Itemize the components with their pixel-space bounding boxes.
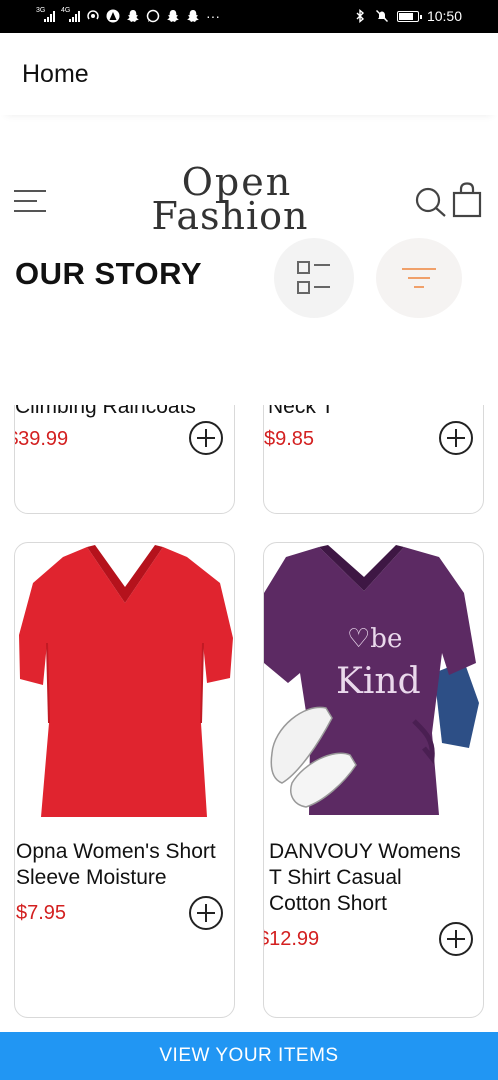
more-notifications-icon: ··· — [206, 8, 220, 24]
product-name: Neck T — [268, 405, 335, 418]
red-tshirt-image — [19, 545, 233, 817]
search-icon[interactable] — [414, 185, 448, 219]
network-type-label-2: 4G — [61, 7, 71, 14]
battery-icon — [396, 10, 422, 22]
hamburger-menu-icon[interactable] — [13, 188, 47, 214]
product-image — [15, 543, 234, 818]
logo-line-2: Fashion — [151, 194, 309, 238]
purple-tshirt-image: ♡be Kind — [264, 545, 479, 815]
shirt-print-line-1: ♡be — [347, 624, 402, 654]
snapchat-icon-2 — [166, 9, 180, 23]
status-right-icons: 10:50 — [353, 8, 462, 24]
product-card[interactable]: Climbing Raincoats $39.99 — [14, 405, 235, 514]
status-left-icons: 3G 4G ··· — [36, 7, 220, 24]
status-bar: 3G 4G ··· 10:50 — [0, 0, 498, 33]
product-price: $9.85 — [264, 428, 315, 450]
bluetooth-icon — [353, 9, 367, 23]
product-image: ♡be Kind — [264, 543, 483, 818]
signal-strength-icon: 3G — [36, 7, 55, 22]
list-view-toggle-button[interactable] — [274, 238, 354, 318]
open-fashion-logo: Open Fashion — [140, 163, 320, 245]
app-bar-title: Home — [22, 60, 89, 88]
product-name: DANVOUY Womens T Shirt Casual Cotton Sho… — [269, 840, 461, 915]
shopping-bag-icon[interactable] — [452, 182, 482, 218]
product-price: $39.99 — [15, 428, 69, 450]
signal-strength-icon-2: 4G — [61, 7, 80, 22]
mute-bell-icon — [375, 9, 389, 23]
clock: 10:50 — [426, 8, 462, 24]
product-card[interactable]: Neck T $9.85 — [263, 405, 484, 514]
snapchat-icon — [126, 9, 140, 23]
product-price: $12.99 — [263, 928, 320, 950]
network-type-label: 3G — [36, 7, 46, 14]
notification-app-icon — [106, 9, 120, 23]
section-title: OUR STORY — [15, 256, 203, 291]
snapchat-icon-3 — [186, 9, 200, 23]
product-card[interactable]: ♡be Kind DANVOUY Womens T Shirt Casual C… — [263, 542, 484, 1018]
shirt-print-line-2: Kind — [336, 661, 421, 702]
app-bar: Home — [0, 33, 498, 115]
filter-icon — [402, 268, 436, 288]
add-to-cart-button[interactable] — [439, 421, 473, 455]
add-to-cart-button[interactable] — [189, 421, 223, 455]
whatsapp-icon — [146, 9, 160, 23]
product-name: Opna Women's Short Sleeve Moisture — [16, 840, 216, 889]
hotspot-icon — [86, 9, 100, 23]
product-grid[interactable]: Climbing Raincoats $39.99 Neck T $9.85 O… — [0, 405, 498, 1025]
view-your-items-button[interactable]: VIEW YOUR ITEMS — [0, 1032, 498, 1080]
product-card[interactable]: Opna Women's Short Sleeve Moisture $7.95 — [14, 542, 235, 1018]
add-to-cart-button[interactable] — [189, 896, 223, 930]
list-view-icon — [297, 261, 330, 294]
add-to-cart-button[interactable] — [439, 922, 473, 956]
product-name: Climbing Raincoats — [15, 405, 196, 418]
filter-button[interactable] — [376, 238, 462, 318]
product-price: $7.95 — [16, 902, 67, 924]
